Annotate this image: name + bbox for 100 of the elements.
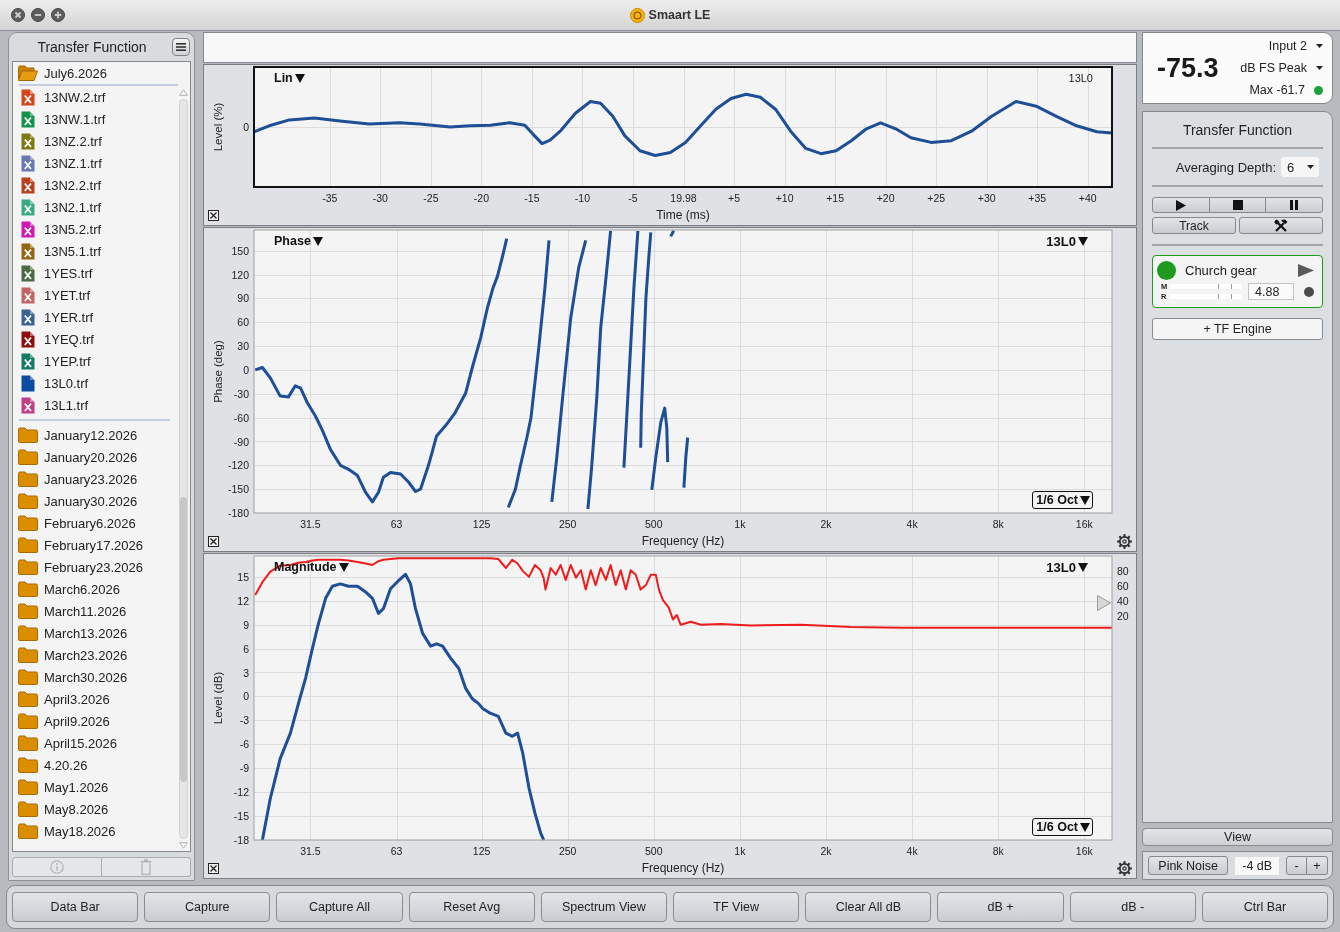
folder-item[interactable]: January23.2026	[13, 468, 178, 490]
axis-title: Level (dB)	[212, 671, 224, 725]
axis-tick-label: -6	[239, 738, 249, 751]
close-icon[interactable]	[208, 535, 219, 547]
command-button[interactable]: Reset Avg	[408, 892, 535, 922]
command-button[interactable]: Spectrum View	[540, 892, 667, 922]
file-item[interactable]: 13L1.trf	[13, 394, 178, 416]
file-item[interactable]: 1YES.trf	[13, 262, 178, 284]
axis-tick-label: 31.5	[300, 845, 321, 857]
file-item[interactable]: 13N5.2.trf	[13, 218, 178, 240]
folder-item[interactable]: January12.2026	[13, 424, 178, 446]
scale-selector[interactable]: dB FS Peak	[1240, 60, 1323, 76]
caret-down-icon	[1316, 44, 1323, 48]
folder-item[interactable]: April3.2026	[13, 688, 178, 710]
axis-tick-label: +35	[1028, 192, 1047, 204]
folder-item[interactable]: March30.2026	[13, 666, 178, 688]
scrollbar[interactable]	[179, 99, 188, 839]
file-item[interactable]: 13NZ.1.trf	[13, 152, 178, 174]
axis-tick-label: -12	[233, 786, 249, 799]
trace-label[interactable]: 13L0	[1046, 234, 1088, 249]
command-button[interactable]: dB +	[937, 892, 1064, 922]
axis-tick-label: 60	[1117, 579, 1129, 592]
tools-button[interactable]	[1239, 217, 1323, 234]
folder-item[interactable]: April15.2026	[13, 732, 178, 754]
play-icon[interactable]	[1298, 263, 1314, 277]
add-engine-button[interactable]: + TF Engine	[1152, 318, 1323, 340]
menu-button[interactable]	[172, 38, 190, 56]
axis-tick-label: -18	[233, 834, 249, 846]
folder-item[interactable]: 4.20.26	[13, 754, 178, 776]
max-reading: Max -61.7	[1249, 83, 1305, 97]
command-button[interactable]: dB -	[1069, 892, 1196, 922]
panel-title: Transfer Function	[36, 39, 148, 55]
file-item[interactable]: 13N2.1.trf	[13, 196, 178, 218]
folder-item[interactable]: February17.2026	[13, 534, 178, 556]
minimize-icon[interactable]	[31, 8, 45, 22]
file-item[interactable]: 13NW.1.trf	[13, 108, 178, 130]
plot-type-menu[interactable]: Phase	[274, 234, 323, 248]
command-button[interactable]: Data Bar	[12, 892, 139, 922]
folder-item[interactable]: March11.2026	[13, 600, 178, 622]
folder-item[interactable]: July6.2026	[13, 62, 178, 84]
folder-item[interactable]: March13.2026	[13, 622, 178, 644]
settings-icon[interactable]	[1117, 533, 1132, 549]
command-button[interactable]: Ctrl Bar	[1201, 892, 1329, 922]
close-icon[interactable]	[208, 209, 219, 221]
engine-name: Church gear	[1185, 262, 1257, 278]
averaging-dropdown[interactable]: 6	[1281, 157, 1319, 177]
settings-icon[interactable]	[1117, 860, 1132, 876]
scroll-thumb[interactable]	[180, 496, 187, 782]
file-item[interactable]: 1YER.trf	[13, 306, 178, 328]
folder-item[interactable]: March6.2026	[13, 578, 178, 600]
axis-tick-label: -30	[372, 192, 388, 204]
input-selector[interactable]: Input 2	[1268, 38, 1323, 54]
stop-button[interactable]	[1209, 197, 1266, 213]
dot-icon[interactable]	[1304, 286, 1314, 297]
command-button[interactable]: Clear All dB	[805, 892, 932, 922]
info-icon	[50, 860, 64, 874]
close-icon[interactable]	[208, 862, 219, 874]
file-item[interactable]: 13N2.2.trf	[13, 174, 178, 196]
command-button[interactable]: TF View	[673, 892, 800, 922]
file-item[interactable]: 1YET.trf	[13, 284, 178, 306]
file-item[interactable]: 13N5.1.trf	[13, 240, 178, 262]
folder-item[interactable]: January20.2026	[13, 446, 178, 468]
folder-item[interactable]: March23.2026	[13, 644, 178, 666]
step-button[interactable]: +	[1307, 856, 1328, 875]
generator-button[interactable]: Pink Noise	[1148, 856, 1229, 875]
folder-item[interactable]: May8.2026	[13, 798, 178, 820]
file-item[interactable]: 13NZ.2.trf	[13, 130, 178, 152]
axis-tick-label: 500	[645, 845, 663, 857]
gain-field[interactable]: -4 dB	[1235, 856, 1279, 875]
file-item[interactable]: 1YEP.trf	[13, 350, 178, 372]
caret-down-icon	[1316, 66, 1323, 70]
folder-item[interactable]: May1.2026	[13, 776, 178, 798]
folder-item[interactable]: May18.2026	[13, 820, 178, 842]
zoom-icon[interactable]	[51, 8, 65, 22]
axis-tick-label: 2k	[820, 518, 832, 530]
file-item[interactable]: 13L0.trf	[13, 372, 178, 394]
axis-tick-label: 80	[1117, 564, 1129, 577]
file-item[interactable]: 1YEQ.trf	[13, 328, 178, 350]
smoothing-button[interactable]: 1/6 Oct	[1032, 491, 1093, 509]
folder-item[interactable]: February6.2026	[13, 512, 178, 534]
smoothing-button[interactable]: 1/6 Oct	[1032, 818, 1093, 836]
file-item[interactable]: 13NW.2.trf	[13, 86, 178, 108]
folder-item[interactable]: April9.2026	[13, 710, 178, 732]
axis-tick-label: 40	[1117, 594, 1129, 607]
step-button[interactable]: -	[1286, 856, 1307, 875]
view-button[interactable]: View	[1142, 828, 1333, 846]
axis-tick-label: 150	[231, 244, 249, 257]
axis-tick-label: +40	[1078, 192, 1097, 204]
axis-tick-label: 9	[243, 618, 249, 631]
command-button[interactable]: Capture All	[276, 892, 403, 922]
track-button[interactable]: Track	[1152, 217, 1236, 234]
close-icon[interactable]	[11, 8, 25, 22]
plot-type-menu[interactable]: Lin	[274, 71, 305, 85]
command-button[interactable]: Capture	[144, 892, 271, 922]
folder-item[interactable]: February23.2026	[13, 556, 178, 578]
play-button[interactable]	[1152, 197, 1210, 213]
pause-button[interactable]	[1265, 197, 1323, 213]
folder-item[interactable]: January30.2026	[13, 490, 178, 512]
caret-down-icon	[312, 236, 323, 246]
delay-field[interactable]: 4.88	[1248, 283, 1294, 300]
